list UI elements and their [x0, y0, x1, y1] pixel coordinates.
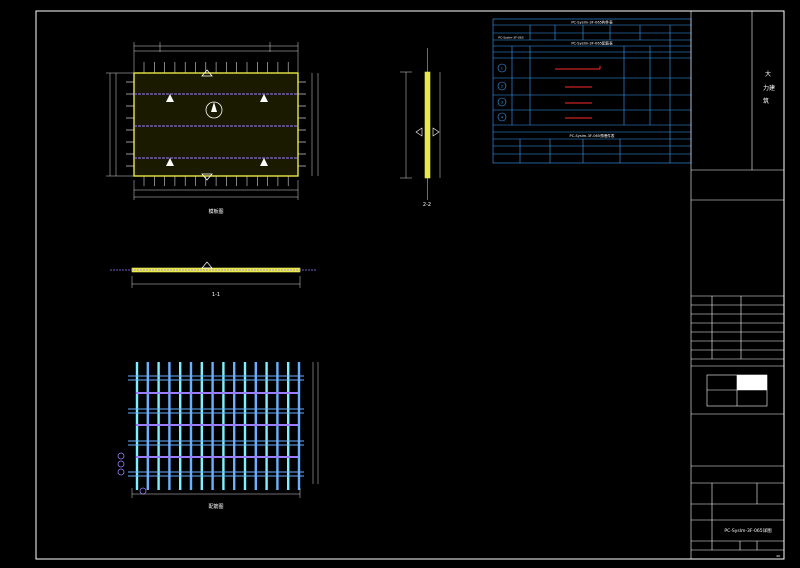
- title-block-legend: [706, 374, 768, 407]
- front-view-label: 模板图: [208, 208, 223, 215]
- table2-title: PC-Syslm-3F-065配筋表: [571, 41, 613, 46]
- sheet-number: 46: [776, 554, 780, 558]
- rebar-view-label: 配筋图: [208, 503, 223, 510]
- rebar-id-4: 4: [501, 116, 503, 120]
- title-block: [690, 11, 784, 559]
- section-view: 1-1: [110, 261, 316, 298]
- table1-title: PC-Syslm-3F-065构件表: [571, 20, 613, 25]
- rebar-callouts: [117, 452, 147, 495]
- company-char-3: 建: [769, 84, 775, 92]
- rebar-purple-bars: [136, 392, 298, 458]
- cad-drawing: 模板图 2-2 1-1 配筋图 PC-Syslm-3F-065构件表 PC-Sy…: [35, 10, 785, 560]
- side-view: 2-2: [400, 48, 441, 208]
- drawing-title: PC-Syslm-3F-065详图: [724, 527, 772, 534]
- side-view-label: 2-2: [423, 202, 431, 208]
- rebar-dimensions: [131, 362, 319, 498]
- rebar-id-2: 2: [501, 85, 503, 89]
- company-char-1: 大: [765, 70, 771, 78]
- rebar-id-1: 1: [501, 67, 503, 71]
- front-view: 模板图: [106, 42, 319, 215]
- rebar-view: 配筋图: [117, 362, 319, 510]
- drawing-sheet: 模板图 2-2 1-1 配筋图 PC-Syslm-3F-065构件表 PC-Sy…: [0, 0, 800, 568]
- table3-title: PC-Syslm-3F-065预埋件表: [570, 133, 615, 138]
- rebar-id-circles: [497, 63, 507, 122]
- rebar-id-3: 3: [501, 101, 503, 105]
- table1-row-label: PC-Syslm-3F-065: [498, 36, 524, 40]
- precast-panel-outline: [133, 72, 299, 177]
- section-view-label: 1-1: [212, 292, 220, 298]
- company-char-4: 筑: [763, 97, 769, 105]
